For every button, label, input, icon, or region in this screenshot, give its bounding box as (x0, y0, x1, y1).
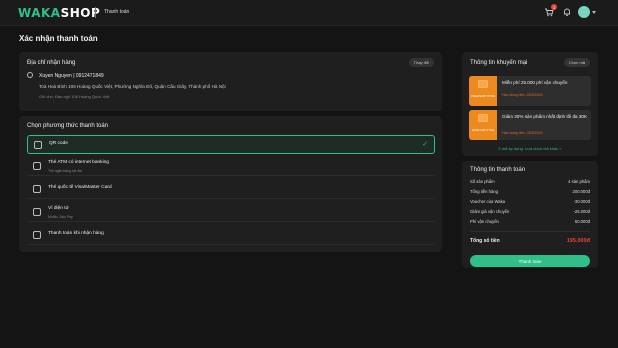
summary-label: Tổng tiền hàng (470, 189, 498, 194)
payment-option-label: Thẻ quốc tế Visa/Master Card (48, 185, 112, 190)
voucher-badge: FREESHIP XTRA (469, 76, 497, 106)
summary-label: Số sản phẩm (470, 179, 495, 184)
payment-section-title: Chọn phương thức thanh toán (27, 123, 109, 129)
credit-card-icon (33, 185, 41, 193)
summary-row: Phí vận chuyển 50.000đ (470, 219, 590, 227)
payment-option-label: Ví điện tử (48, 206, 69, 211)
address-note: Ghi chú: Đầu ngõ 106 Hoàng Quốc Việt (39, 94, 110, 99)
qr-code-icon (34, 141, 42, 149)
summary-label: Voucher của Waka (470, 199, 505, 204)
summary-row: Giảm giá vận chuyển -25.000đ (470, 209, 590, 217)
top-bar: WAKASHOP Thanh toán 1 (0, 0, 618, 26)
address-section-title: Địa chỉ nhận hàng (27, 60, 76, 66)
card-icon (33, 162, 41, 170)
voucher-tag: GIẢM GIÁ XTRA (471, 128, 495, 132)
summary-value: -25.000đ (573, 209, 590, 214)
payment-option-cod[interactable]: Thanh toán khi nhận hàng (27, 226, 435, 245)
package-icon (33, 231, 41, 239)
voucher-title: Giảm 30% sản phẩm nhất định tối đa 30K (502, 114, 588, 119)
promo-section-title: Thông tin khuyến mại (470, 60, 528, 66)
payment-option-qr[interactable]: QR code ✓ (27, 135, 435, 154)
location-pin-icon (27, 72, 33, 78)
breadcrumb[interactable]: Thanh toán (104, 9, 129, 15)
summary-value: -30.000đ (573, 199, 590, 204)
truck-icon (478, 80, 488, 88)
voucher-title: Miễn phí 25.000 phí vận chuyển (502, 80, 568, 85)
wallet-icon (33, 208, 41, 216)
summary-row: Số sản phẩm 4 sản phẩm (470, 179, 590, 187)
summary-value: 50.000đ (574, 219, 590, 224)
payment-option-sub: Thẻ ngân hàng nội địa (48, 169, 82, 173)
voucher-item[interactable]: FREESHIP XTRA Miễn phí 25.000 phí vận ch… (469, 76, 591, 106)
avatar[interactable] (578, 6, 590, 18)
voucher-expiry: Hạn dùng đến: 25/3/2024 (502, 131, 543, 135)
total-label: Tổng số tiền (470, 238, 500, 244)
total-value: 195.000đ (566, 238, 590, 244)
choose-voucher-button[interactable]: Chọn mã (563, 58, 590, 67)
payment-option-ewallet[interactable]: Ví điện tử MoMo, Zalo Pay (27, 203, 435, 222)
payment-option-label: QR code (49, 141, 68, 146)
summary-divider (470, 231, 590, 232)
chevron-down-icon[interactable] (592, 11, 596, 14)
summary-row: Voucher của Waka -30.000đ (470, 199, 590, 207)
payment-option-visa[interactable]: Thẻ quốc tế Visa/Master Card (27, 180, 435, 199)
logo-part-waka: WAKA (18, 6, 61, 20)
payment-method-card: Chọn phương thức thanh toán QR code ✓ Th… (19, 116, 442, 252)
payment-option-atm[interactable]: Thẻ ATM có internet banking Thẻ ngân hàn… (27, 157, 435, 176)
address-card: Địa chỉ nhận hàng Thay đổi Xuyen Nguyen … (19, 52, 442, 111)
change-address-button[interactable]: Thay đổi (408, 58, 434, 67)
pay-button[interactable]: Thanh toán (470, 255, 590, 267)
summary-label: Giảm giá vận chuyển (470, 209, 510, 214)
promo-card: Thông tin khuyến mại Chọn mã FREESHIP XT… (462, 52, 598, 156)
payment-summary-card: Thông tin thanh toán Số sản phẩm 4 sản p… (462, 161, 598, 268)
recipient-info: Xuyen Nguyen | 0912471849 (39, 73, 104, 79)
summary-label: Phí vận chuyển (470, 219, 499, 224)
payment-option-label: Thẻ ATM có internet banking (48, 160, 109, 165)
address-line: Toà Hoà Bình 106 Hoàng Quốc Việt, Phường… (39, 84, 226, 89)
summary-section-title: Thông tin thanh toán (470, 167, 526, 173)
summary-value: 200.000đ (572, 189, 590, 194)
check-icon: ✓ (422, 141, 428, 148)
voucher-tag: FREESHIP XTRA (471, 94, 495, 98)
more-vouchers-link[interactable]: 2 mã áp dụng. Lựa chọn mã khác > (462, 146, 598, 151)
cart-badge: 1 (551, 4, 557, 10)
logo[interactable]: WAKASHOP (18, 6, 100, 20)
gift-icon (478, 114, 488, 122)
bell-icon[interactable] (561, 6, 573, 18)
payment-option-label: Thanh toán khi nhận hàng (48, 231, 104, 236)
voucher-item[interactable]: GIẢM GIÁ XTRA Giảm 30% sản phẩm nhất địn… (469, 110, 591, 140)
summary-row: Tổng tiền hàng 200.000đ (470, 189, 590, 197)
cart-icon[interactable]: 1 (543, 4, 557, 18)
page-title: Xác nhận thanh toán (19, 34, 98, 43)
payment-option-sub: MoMo, Zalo Pay (48, 215, 73, 219)
voucher-expiry: Hạn dùng đến: 25/3/2024 (502, 93, 543, 97)
header-divider (95, 7, 96, 18)
summary-value: 4 sản phẩm (568, 179, 590, 184)
voucher-badge: GIẢM GIÁ XTRA (469, 110, 497, 140)
